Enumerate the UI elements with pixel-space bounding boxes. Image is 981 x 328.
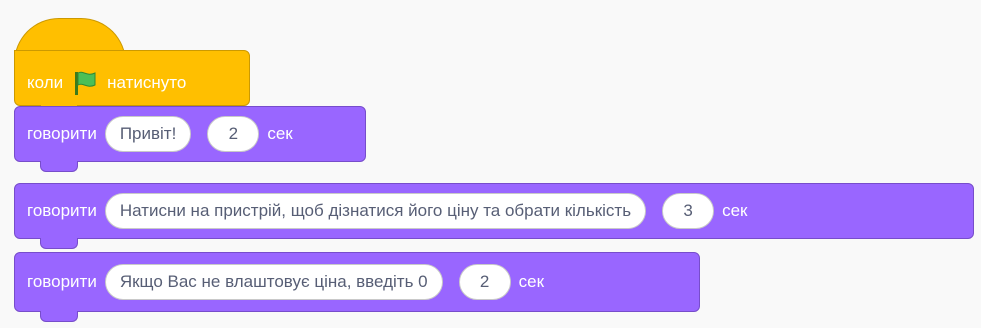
scratch-workspace: коли натиснуто говорити Привіт! 2 сек го…	[0, 0, 981, 328]
hat-label-when: коли	[27, 73, 64, 92]
say-for-secs-block-3[interactable]: говорити Якщо Вас не влаштовує ціна, вве…	[14, 252, 700, 312]
say-block-1-notch	[40, 161, 78, 172]
say-verb-1: говорити	[27, 124, 97, 143]
say-seconds-input-2[interactable]: 3	[662, 193, 715, 229]
say-for-secs-block-1[interactable]: говорити Привіт! 2 сек	[14, 106, 366, 162]
say-message-input-2[interactable]: Натисни на пристрій, щоб дізнатися його …	[104, 193, 647, 229]
say-for-secs-block-2[interactable]: говорити Натисни на пристрій, щоб дізнат…	[14, 183, 974, 239]
say-block-2-notch	[40, 238, 78, 249]
say-message-input-1[interactable]: Привіт!	[104, 116, 192, 152]
say-verb-2: говорити	[27, 201, 97, 220]
green-flag-icon	[71, 69, 99, 97]
hat-label-clicked: натиснуто	[107, 73, 187, 92]
say-verb-3: говорити	[27, 272, 97, 291]
say-seconds-input-1[interactable]: 2	[207, 116, 260, 152]
say-seconds-input-3[interactable]: 2	[458, 264, 511, 300]
say-unit-1: сек	[267, 124, 293, 143]
when-flag-clicked-block[interactable]: коли натиснуто	[14, 50, 250, 106]
say-message-input-3[interactable]: Якщо Вас не влаштовує ціна, введіть 0	[104, 264, 443, 300]
say-unit-2: сек	[722, 201, 748, 220]
say-block-3-notch	[40, 311, 78, 322]
say-unit-3: сек	[518, 272, 545, 291]
